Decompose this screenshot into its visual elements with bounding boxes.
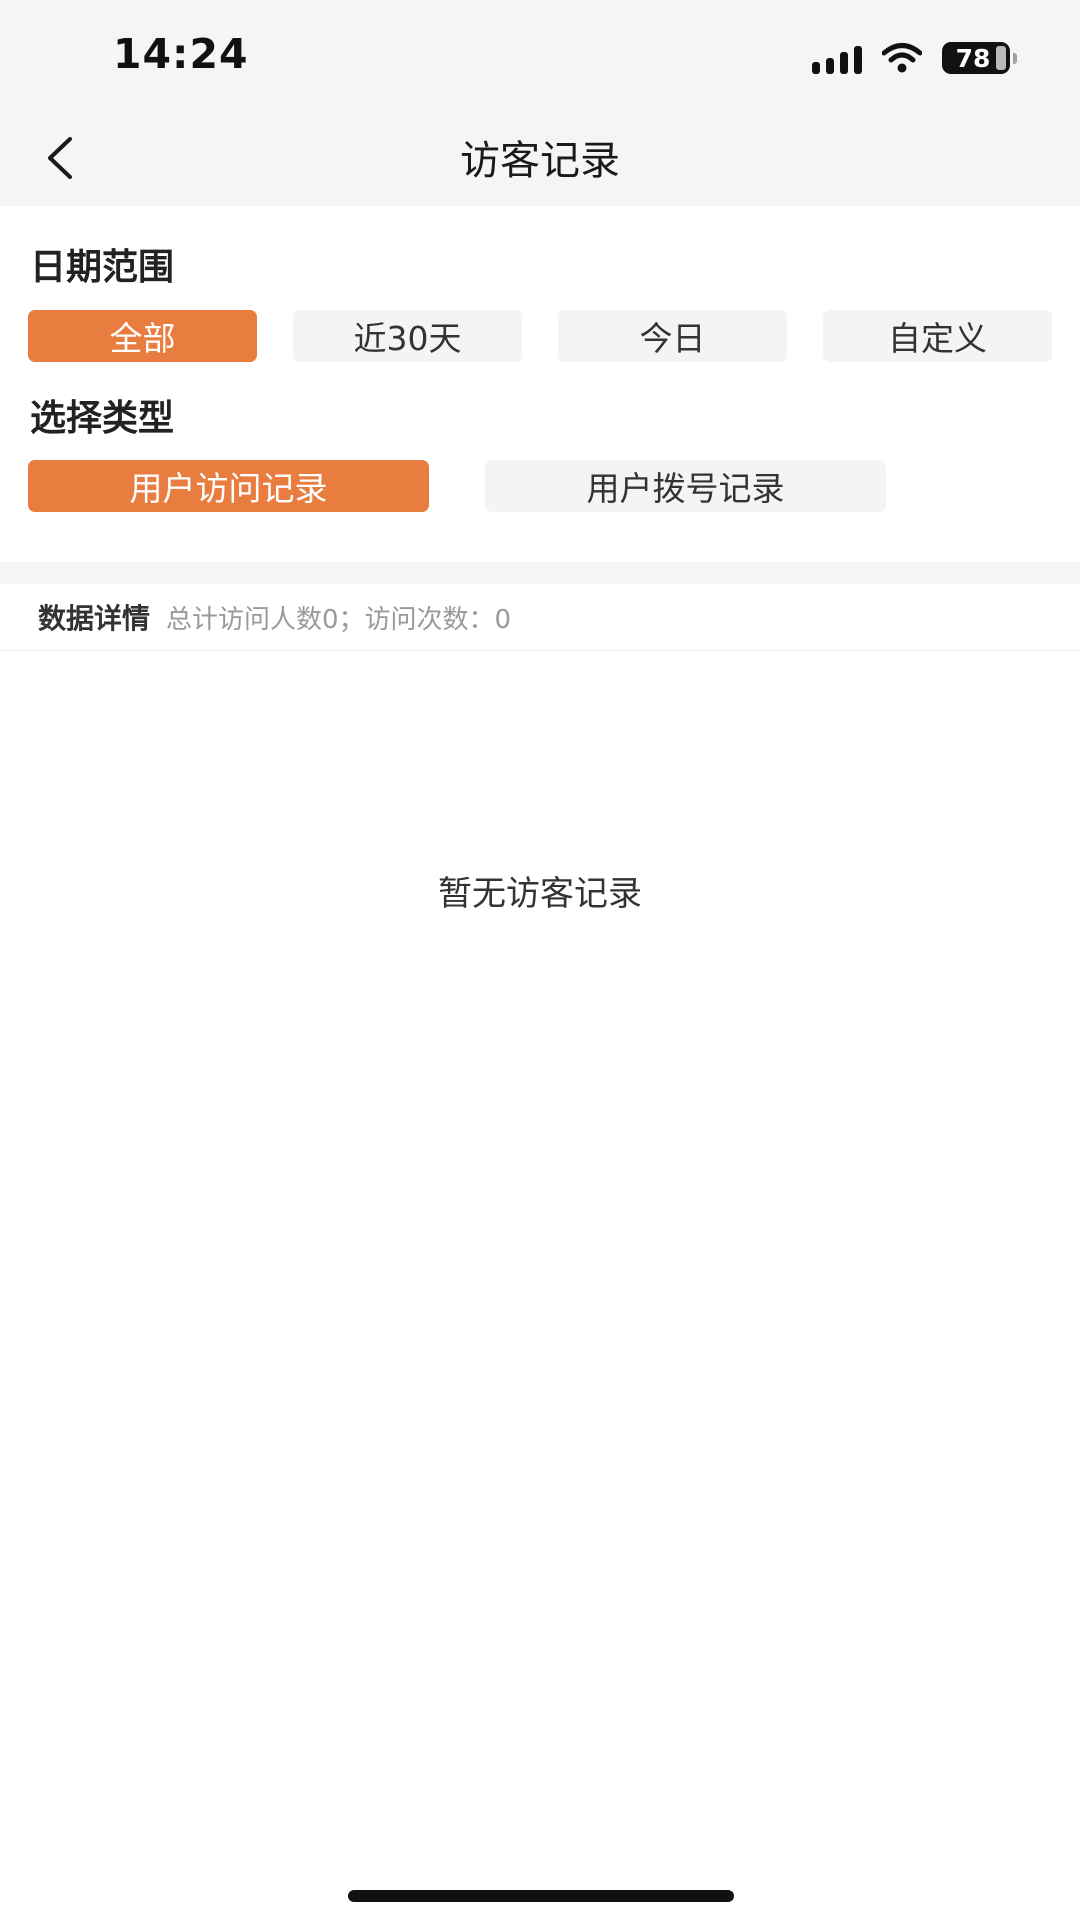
date-option-today[interactable]: 今日 [558,310,787,362]
date-option-30-days[interactable]: 近30天 [293,310,522,362]
section-divider [0,562,1080,584]
wifi-icon [882,43,922,73]
date-option-all[interactable]: 全部 [28,310,257,362]
signal-icon [812,42,862,74]
page-title: 访客记录 [460,138,620,184]
date-option-custom[interactable]: 自定义 [823,310,1052,362]
type-option-dial-records[interactable]: 用户拨号记录 [485,460,886,512]
date-range-label: 日期范围 [30,247,175,288]
record-type-label: 选择类型 [30,398,175,439]
type-option-visit-records[interactable]: 用户访问记录 [28,460,429,512]
status-icons: 78 [812,38,1017,78]
battery-icon: 78 [942,42,1017,74]
home-indicator[interactable] [348,1890,734,1902]
empty-state-message: 暂无访客记录 [438,874,642,914]
data-details-summary: 总计访问人数0；访问次数：0 [166,604,512,635]
status-time: 14:24 [113,30,249,78]
battery-level: 78 [955,43,991,73]
data-details-row: 数据详情 总计访问人数0；访问次数：0 [0,584,1080,651]
data-details-title: 数据详情 [38,602,151,635]
